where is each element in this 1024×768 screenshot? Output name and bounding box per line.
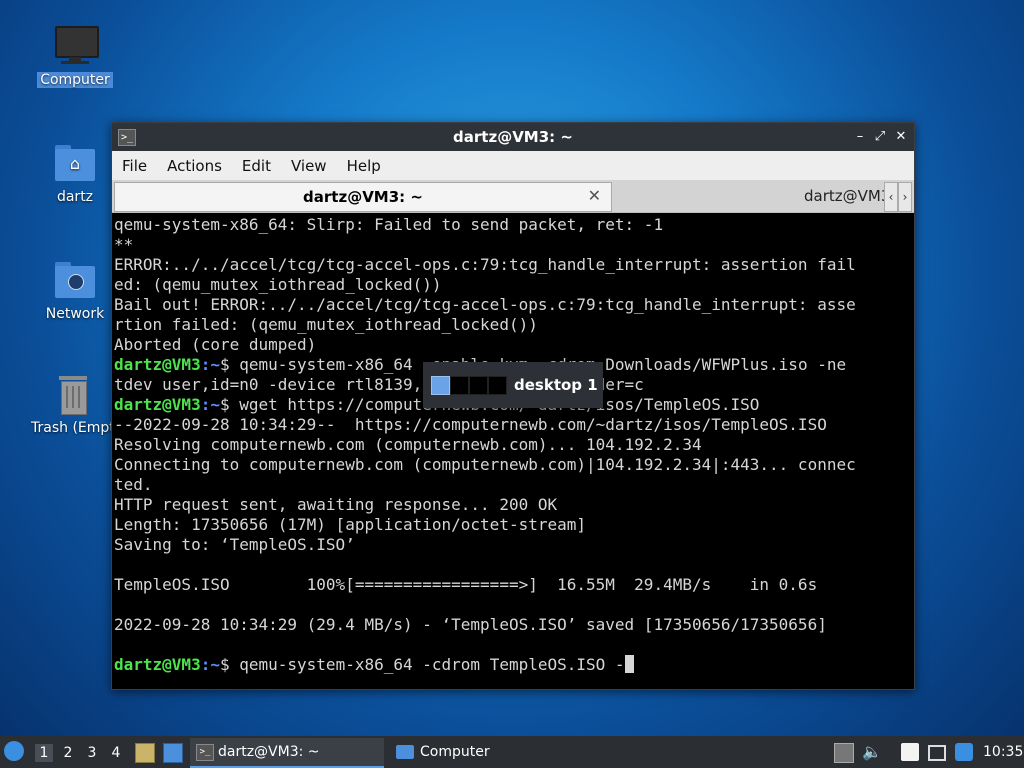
workspace-button-4[interactable]: 4	[107, 744, 125, 762]
menu-help[interactable]: Help	[337, 157, 391, 175]
desktop-switcher-popup: desktop 1	[423, 362, 603, 408]
menu-file[interactable]: File	[112, 157, 157, 175]
computer-icon	[53, 24, 99, 68]
prompt-path: :~	[200, 355, 220, 374]
workspace-button-3[interactable]: 3	[83, 744, 101, 762]
workspace-button-1[interactable]: 1	[35, 744, 53, 762]
task-label: dartz@VM3: ~	[218, 744, 320, 760]
terminal-icon: >_	[196, 744, 214, 761]
desktop-icon-label: Network	[45, 306, 105, 322]
command-text: qemu-system-x86_64 -cdrom TempleOS.ISO -	[239, 655, 625, 674]
workspace-button-2[interactable]: 2	[59, 744, 77, 762]
desktop-icon-label: Trash (Empty)	[31, 420, 118, 436]
terminal-line: Saving to: ‘TempleOS.ISO’	[114, 535, 355, 554]
task-label: Computer	[420, 744, 490, 760]
terminal-line: Resolving computernewb.com (computernewb…	[114, 435, 702, 454]
tab-scroll-right-icon[interactable]: ›	[898, 182, 912, 212]
prompt-user: dartz@VM3	[114, 655, 201, 674]
taskbar-task-terminal[interactable]: >_ dartz@VM3: ~	[190, 738, 384, 768]
terminal-line: --2022-09-28 10:34:29-- https://computer…	[114, 415, 827, 434]
prompt-user: dartz@VM3	[114, 395, 201, 414]
prompt-path: :~	[200, 395, 220, 414]
prompt-path: :~	[200, 655, 220, 674]
workspace-preview-1	[431, 376, 450, 395]
terminal-line: HTTP request sent, awaiting response... …	[114, 495, 558, 514]
terminal-line: ERROR:../../accel/tcg/tcg-accel-ops.c:79…	[114, 255, 856, 274]
prompt-sign: $	[219, 655, 240, 674]
menu-actions[interactable]: Actions	[157, 157, 232, 175]
terminal-line: Length: 17350656 (17M) [application/octe…	[114, 515, 587, 534]
clock[interactable]: 10:35	[983, 736, 1023, 768]
terminal-line: Connecting to computernewb.com (computer…	[114, 455, 856, 474]
terminal-line: **	[114, 235, 134, 254]
desktop-label: desktop 1	[514, 376, 598, 394]
network-tray-icon[interactable]	[928, 745, 946, 761]
window-titlebar[interactable]: >_ dartz@VM3: ~ – ⤢ ✕	[112, 123, 914, 151]
terminal-line: TempleOS.ISO 100%[=================>] 16…	[114, 575, 818, 594]
desktop-icon-dartz[interactable]: ⌂ dartz	[33, 141, 117, 205]
terminal-line: Bail out! ERROR:../../accel/tcg/tcg-acce…	[114, 295, 856, 314]
text-cursor	[624, 655, 634, 673]
update-tray-icon[interactable]	[955, 743, 973, 761]
minimize-button[interactable]: –	[852, 129, 868, 145]
folder-icon	[396, 745, 414, 759]
tab-bar: dartz@VM3: ~ ✕ dartz@VM3: ~ ‹ ›	[112, 180, 914, 213]
lxqt-logo-icon	[4, 741, 24, 761]
terminal-line: Aborted (core dumped)	[114, 335, 317, 354]
tab-close-icon[interactable]: ✕	[588, 186, 601, 205]
home-folder-icon: ⌂	[53, 141, 97, 185]
tab-inactive[interactable]: dartz@VM3: ~	[612, 182, 902, 210]
menu-view[interactable]: View	[281, 157, 337, 175]
clipboard-tray-icon[interactable]	[834, 743, 854, 763]
workspace-preview-3	[469, 376, 488, 395]
taskbar: 1 2 3 4 >_ dartz@VM3: ~ Computer 🔈 10:35	[0, 736, 1024, 768]
network-folder-icon	[53, 258, 97, 302]
tab-active[interactable]: dartz@VM3: ~ ✕	[114, 182, 612, 212]
workspace-preview-2	[450, 376, 469, 395]
workspace-preview-4	[488, 376, 507, 395]
desktop-icon-computer[interactable]: Computer	[33, 24, 117, 88]
trash-icon	[51, 372, 95, 416]
prompt-sign: $	[219, 355, 240, 374]
desktop-icon-network[interactable]: Network	[33, 258, 117, 322]
maximize-button[interactable]: ⤢	[872, 129, 888, 145]
menu-bar: File Actions Edit View Help	[112, 151, 914, 180]
prompt-line: dartz@VM3:~$ qemu-system-x86_64 -cdrom T…	[114, 655, 910, 675]
prompt-sign: $	[219, 395, 240, 414]
close-button[interactable]: ✕	[893, 129, 909, 145]
desktop-icon-label: Computer	[37, 72, 113, 88]
volume-icon[interactable]: 🔈	[862, 743, 882, 761]
menu-edit[interactable]: Edit	[232, 157, 281, 175]
notes-tray-icon[interactable]	[901, 743, 919, 761]
file-manager-launcher-icon[interactable]	[135, 743, 155, 763]
terminal-line: ed: (qemu_mutex_iothread_locked())	[114, 275, 442, 294]
desktop-icon-label: dartz	[56, 189, 94, 205]
terminal-line: 2022-09-28 10:34:29 (29.4 MB/s) - ‘Templ…	[114, 615, 827, 634]
terminal-line: rtion failed: (qemu_mutex_iothread_locke…	[114, 315, 538, 334]
prompt-user: dartz@VM3	[114, 355, 201, 374]
tab-label: dartz@VM3: ~	[303, 188, 423, 206]
terminal-line: qemu-system-x86_64: Slirp: Failed to sen…	[114, 215, 664, 234]
terminal-line: ted.	[114, 475, 153, 494]
tab-scroll-left-icon[interactable]: ‹	[884, 182, 898, 212]
window-title: dartz@VM3: ~	[453, 128, 573, 146]
show-desktop-icon[interactable]	[163, 743, 183, 763]
taskbar-task-computer[interactable]: Computer	[392, 738, 586, 766]
terminal-output[interactable]: qemu-system-x86_64: Slirp: Failed to sen…	[114, 215, 910, 685]
start-menu-button[interactable]	[4, 741, 26, 763]
desktop-icon-trash[interactable]: Trash (Empty)	[28, 372, 118, 436]
